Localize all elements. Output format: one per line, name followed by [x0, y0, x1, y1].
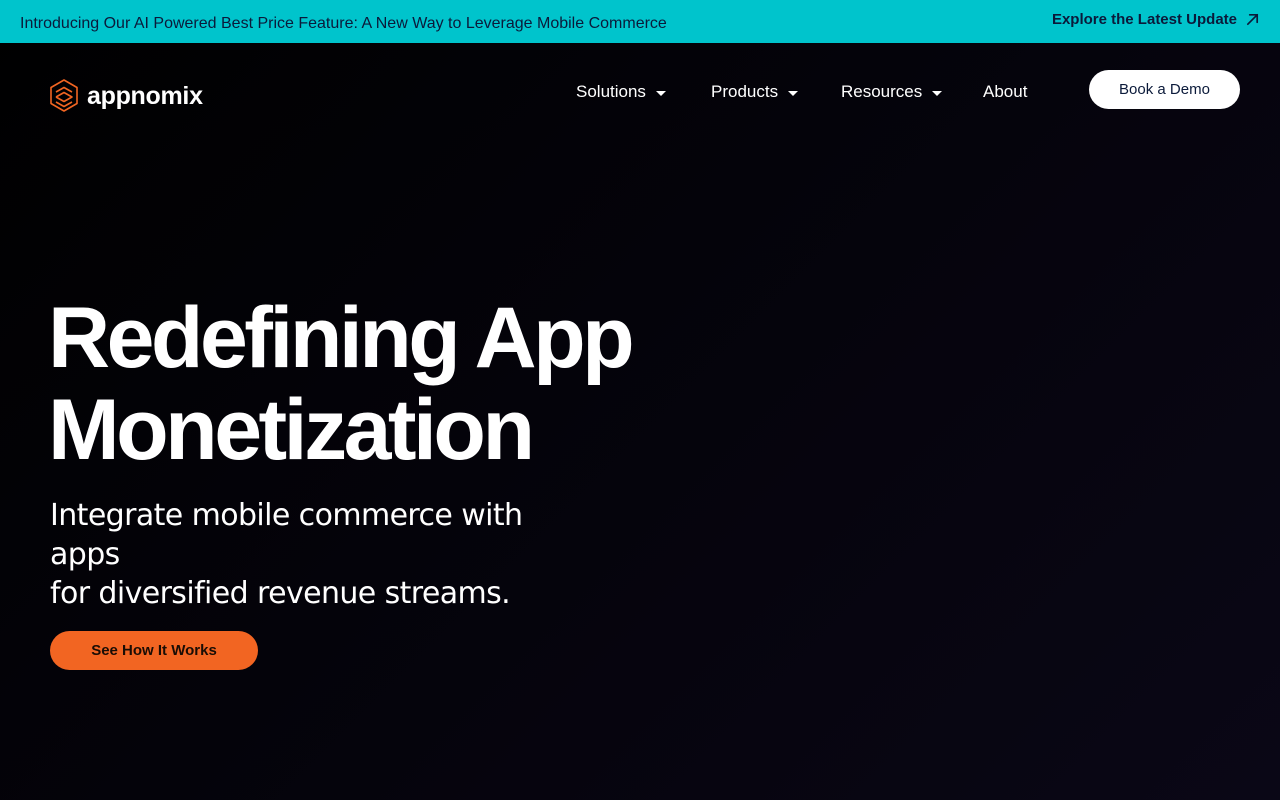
- explore-link-label: Explore the Latest Update: [1051, 11, 1237, 28]
- hero-title-line: Monetization: [48, 382, 535, 478]
- brand-name: appnomix: [87, 81, 203, 110]
- arrow-up-right-icon: [1246, 13, 1259, 26]
- book-demo-button[interactable]: Book a Demo: [1089, 70, 1240, 109]
- nav-item-label: Resources: [841, 82, 923, 101]
- caret-down-icon: [655, 90, 666, 96]
- nav-item-products[interactable]: Products: [711, 82, 799, 102]
- nav-item-resources[interactable]: Resources: [841, 82, 943, 102]
- hero-subtitle: Integrate mobile commerce with apps for …: [50, 496, 590, 613]
- hero-subtitle-line: Integrate mobile commerce with apps: [50, 498, 523, 572]
- nav-item-solutions[interactable]: Solutions: [576, 82, 666, 102]
- explore-latest-update-link[interactable]: Explore the Latest Update: [1052, 11, 1260, 28]
- nav-item-label: Solutions: [576, 82, 646, 101]
- hexagon-logo-icon: [50, 79, 78, 112]
- see-how-it-works-button[interactable]: See How It Works: [50, 631, 258, 670]
- caret-down-icon: [788, 90, 799, 96]
- nav-item-about[interactable]: About: [983, 82, 1027, 102]
- announcement-text: Introducing Our AI Powered Best Price Fe…: [20, 15, 667, 32]
- announcement-bar: Introducing Our AI Powered Best Price Fe…: [0, 0, 1280, 43]
- hero-subtitle-line: for diversified revenue streams.: [50, 576, 511, 611]
- caret-down-icon: [932, 90, 943, 96]
- nav-item-label: About: [983, 82, 1028, 101]
- hero-title-line: Redefining App: [48, 290, 635, 386]
- brand-logo[interactable]: appnomix: [50, 79, 203, 112]
- nav-item-label: Products: [711, 82, 779, 101]
- hero-title: Redefining App Monetization: [48, 292, 748, 476]
